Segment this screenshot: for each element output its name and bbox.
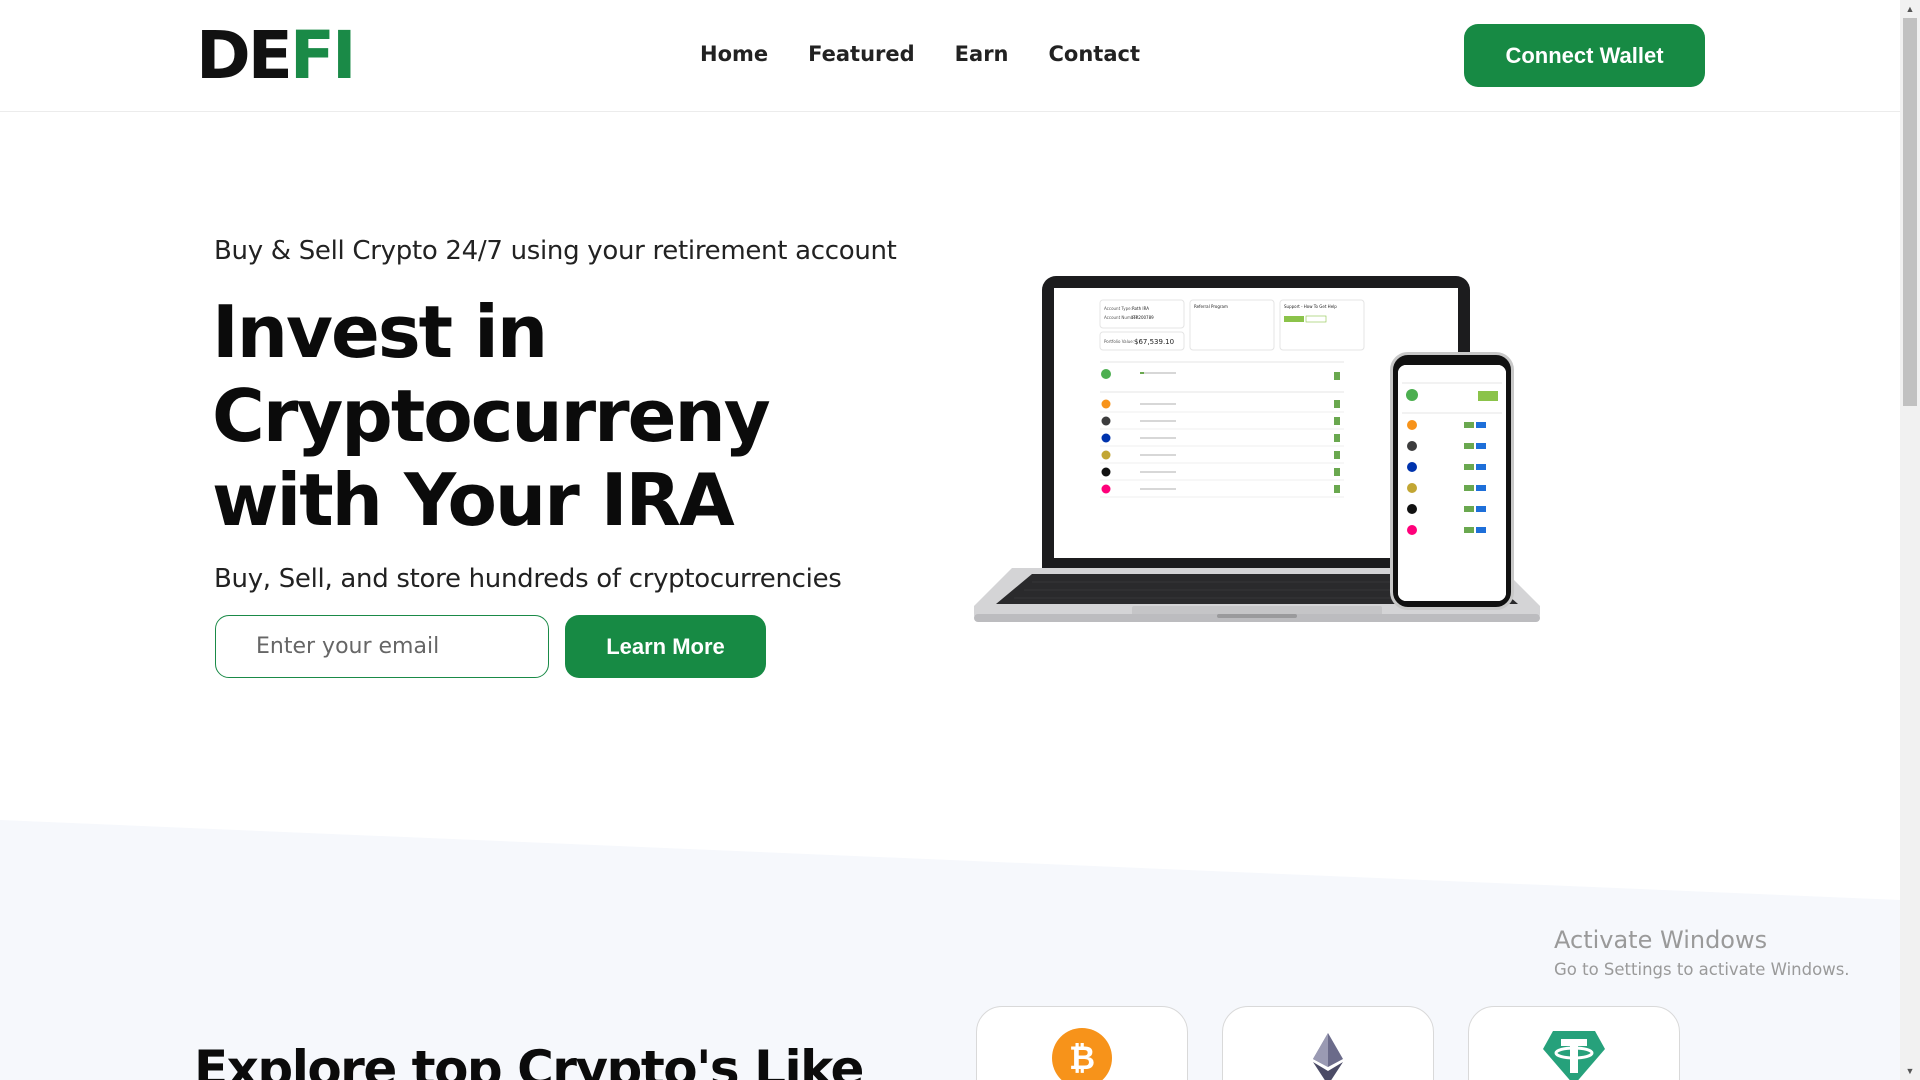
learn-more-button[interactable]: Learn More	[565, 615, 766, 678]
dashboard-coin-icon	[1101, 416, 1111, 426]
connect-wallet-button[interactable]: Connect Wallet	[1464, 24, 1705, 87]
coin-card-bitcoin[interactable]: ₿	[976, 1006, 1188, 1080]
dashboard-allocation-bar	[1140, 488, 1176, 490]
phone-coin-icon	[1407, 441, 1417, 451]
phone-buy-button	[1464, 422, 1474, 428]
activate-windows-title: Activate Windows	[1554, 926, 1768, 954]
dashboard-coin-icon	[1101, 399, 1111, 409]
tether-icon	[1543, 1031, 1605, 1080]
account-type-value: Roth IRA	[1132, 306, 1149, 311]
phone-sell-button	[1476, 422, 1486, 428]
phone-coin-icon	[1407, 483, 1417, 493]
ethereum-icon	[1313, 1033, 1343, 1080]
phone-buy-button	[1464, 485, 1474, 491]
phone-sell-button	[1476, 485, 1486, 491]
phone-mock-graphic	[1398, 365, 1506, 601]
phone-sell-button	[1476, 506, 1486, 512]
dashboard-allocation-bar	[1140, 403, 1176, 405]
support-title: Support - How To Get Help	[1284, 304, 1337, 309]
account-number-value: ITR200789	[1132, 315, 1154, 320]
referral-title: Referral Program	[1194, 304, 1228, 309]
phone-mockup	[1390, 352, 1514, 610]
phone-coin-icon	[1407, 462, 1417, 472]
dashboard-allocation-bar	[1140, 437, 1176, 439]
hero-title: Invest in Cryptocurreny with Your IRA	[212, 290, 771, 542]
phone-sell-button	[1476, 443, 1486, 449]
phone-sell-button	[1476, 527, 1486, 533]
phone-sell-button	[1476, 464, 1486, 470]
nav-earn[interactable]: Earn	[955, 42, 1009, 66]
account-type-label: Account Type:	[1104, 306, 1132, 311]
coin-card-ethereum[interactable]	[1222, 1006, 1434, 1080]
nav-home[interactable]: Home	[700, 42, 768, 66]
dashboard-allocation-bar	[1140, 420, 1176, 422]
phone-dashboard	[1398, 365, 1506, 601]
phone-coin-icon	[1407, 504, 1417, 514]
dashboard-buy-button	[1334, 400, 1340, 408]
phone-buy-button	[1464, 443, 1474, 449]
brand-logo-part1: DE	[196, 17, 293, 94]
dashboard-allocation-bar	[1140, 471, 1176, 473]
explore-title: Explore top Crypto's Like	[194, 1040, 864, 1080]
phone-coin-icon	[1407, 420, 1417, 430]
dashboard-coin-icon	[1101, 484, 1111, 494]
phone-buy-button	[1464, 527, 1474, 533]
coin-card-tether[interactable]	[1468, 1006, 1680, 1080]
scroll-down-arrow-icon[interactable]: ▼	[1900, 1062, 1920, 1080]
site-header: DEFI Home Featured Earn Contact Connect …	[0, 0, 1900, 112]
main-nav: Home Featured Earn Contact	[700, 42, 1140, 66]
dashboard-buy-button	[1334, 434, 1340, 442]
portfolio-value: $67,539.10	[1134, 338, 1174, 346]
activate-windows-subtitle: Go to Settings to activate Windows.	[1554, 960, 1850, 979]
email-input[interactable]	[215, 615, 549, 678]
dashboard-buy-button	[1334, 451, 1340, 459]
brand-logo-part2: FI	[289, 17, 357, 94]
brand-logo[interactable]: DEFI	[196, 22, 357, 90]
dashboard-buy-button	[1334, 485, 1340, 493]
dashboard-buy-button	[1334, 468, 1340, 476]
phone-buy-button	[1464, 464, 1474, 470]
nav-contact[interactable]: Contact	[1049, 42, 1141, 66]
dashboard-coin-icon	[1101, 467, 1111, 477]
dashboard-coin-icon	[1101, 433, 1111, 443]
portfolio-label: Portfolio Value:	[1104, 339, 1134, 344]
scrollbar-thumb[interactable]	[1903, 18, 1917, 406]
phone-buy-button	[1464, 506, 1474, 512]
phone-coin-icon	[1407, 525, 1417, 535]
page-scrollbar[interactable]: ▲ ▼	[1900, 0, 1920, 1080]
nav-featured[interactable]: Featured	[808, 42, 915, 66]
hero-description: Buy, Sell, and store hundreds of cryptoc…	[214, 564, 842, 594]
hero-device-illustration: Account Type: Roth IRA Account Number: I…	[970, 272, 1550, 652]
hero-subtitle: Buy & Sell Crypto 24/7 using your retire…	[214, 236, 897, 266]
bitcoin-icon: ₿	[1052, 1028, 1112, 1080]
dashboard-allocation-bar	[1140, 454, 1176, 456]
dashboard-coin-icon	[1101, 450, 1111, 460]
scroll-up-arrow-icon[interactable]: ▲	[1900, 0, 1920, 18]
svg-text:₿: ₿	[1069, 1039, 1095, 1077]
activate-windows-watermark: Activate Windows Go to Settings to activ…	[1554, 926, 1850, 979]
dashboard-buy-button	[1334, 417, 1340, 425]
